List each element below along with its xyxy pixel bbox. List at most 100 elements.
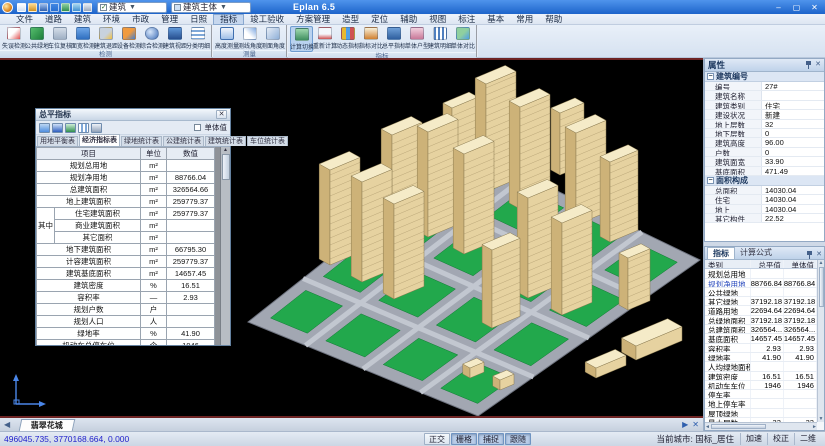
- unit-value-checkbox[interactable]: [194, 124, 201, 131]
- table-row-计容建筑面积[interactable]: 计容建筑面积m²259779.37: [37, 256, 215, 268]
- property-value[interactable]: 27#: [762, 82, 824, 90]
- property-value[interactable]: 14030.04: [762, 205, 824, 213]
- drawing-tab-翡翠花城[interactable]: 翡翠花城: [19, 419, 76, 431]
- toolbar-button-建筑明细[interactable]: 建筑明细: [428, 26, 451, 52]
- toolbar-button-建筑退距[interactable]: 建筑退距: [94, 26, 117, 50]
- table-row-总建筑面积[interactable]: 总建筑面积m²326564.66: [37, 184, 215, 196]
- property-value[interactable]: 新建: [762, 110, 824, 118]
- table-row-住宅建筑面积[interactable]: 其中住宅建筑面积m²259779.37: [37, 208, 215, 220]
- indicator-row-地上停车率[interactable]: 地上停车率: [705, 399, 817, 408]
- property-value[interactable]: 14030.04: [762, 195, 824, 203]
- scrollbar-thumb[interactable]: [222, 154, 230, 180]
- dialog-tab-用地平衡表[interactable]: 用地平衡表: [37, 136, 78, 146]
- menu-item-帮助[interactable]: 帮助: [539, 14, 568, 25]
- table-row-建筑基底面积[interactable]: 建筑基底面积m²14657.45: [37, 268, 215, 280]
- menu-item-常用[interactable]: 常用: [510, 14, 539, 25]
- menu-item-环境[interactable]: 环境: [97, 14, 126, 25]
- property-value[interactable]: 14030.04: [762, 186, 824, 194]
- table-row-其它面积[interactable]: 其它面积m²: [37, 232, 215, 244]
- property-value[interactable]: 22.52: [762, 214, 824, 222]
- table-row-地上建筑面积[interactable]: 地上建筑面积m²259779.37: [37, 196, 215, 208]
- indicator-row-总建筑面积[interactable]: 总建筑面积326564...326564...: [705, 325, 817, 334]
- scroll-right-icon[interactable]: ►: [812, 424, 817, 430]
- property-value[interactable]: 住宅: [762, 101, 824, 109]
- toggle-捕捉[interactable]: 捕捉: [478, 433, 504, 445]
- indicator-row-容积率[interactable]: 容积率2.932.93: [705, 344, 817, 353]
- dialog-title-bar[interactable]: 总平指标 ✕: [36, 109, 230, 121]
- toolbar-button-综合检测[interactable]: 综合检测: [140, 26, 163, 50]
- undo-icon[interactable]: [61, 3, 70, 12]
- dialog-tab-绿地统计表[interactable]: 绿地统计表: [121, 136, 162, 146]
- calc-icon[interactable]: [39, 123, 50, 133]
- pin-icon[interactable]: [806, 61, 811, 69]
- collapse-icon[interactable]: −: [707, 73, 714, 80]
- menu-item-日照[interactable]: 日照: [184, 14, 213, 25]
- grid-icon[interactable]: [78, 123, 89, 133]
- property-value[interactable]: [762, 91, 824, 99]
- indicator-row-规划总用地[interactable]: 规划总用地: [705, 269, 817, 278]
- toolbar-button-车位复核[interactable]: 车位复核: [48, 26, 71, 50]
- close-icon[interactable]: ✕: [815, 61, 821, 69]
- tab-scroll-right-icon[interactable]: ▶: [682, 419, 688, 431]
- tab-close-icon[interactable]: ✕: [692, 419, 699, 431]
- property-value[interactable]: 33.90: [762, 157, 824, 165]
- indicator-row-人均绿地面积[interactable]: 人均绿地面积: [705, 362, 817, 371]
- toggle-正交[interactable]: 正交: [424, 433, 450, 445]
- toolbar-button-重新计算[interactable]: 重新计算: [313, 26, 336, 52]
- close-button[interactable]: ✕: [806, 2, 823, 13]
- collapse-icon[interactable]: −: [707, 177, 714, 184]
- style-combobox[interactable]: 建筑主体 ▼: [171, 2, 251, 13]
- indicator-row-停车率[interactable]: 停车率: [705, 390, 817, 399]
- toggle-跟随[interactable]: 跟随: [505, 433, 531, 445]
- menu-item-文件[interactable]: 文件: [10, 14, 39, 25]
- property-value[interactable]: 0: [762, 148, 824, 156]
- property-value[interactable]: 32: [762, 120, 824, 128]
- tab-scroll-left-icon[interactable]: ◀: [0, 419, 14, 431]
- status-button-二维[interactable]: 二维: [794, 433, 821, 445]
- scrollbar-thumb[interactable]: [819, 267, 824, 307]
- dialog-tab-经济指标表[interactable]: 经济指标表: [79, 134, 120, 146]
- table-row-商业建筑面积[interactable]: 商业建筑面积m²: [37, 220, 215, 232]
- menu-item-指标[interactable]: 指标: [213, 14, 244, 25]
- vertical-scrollbar[interactable]: ▲ ▼: [817, 260, 824, 422]
- layer-combobox[interactable]: ✓ 建筑 ▼: [97, 2, 167, 13]
- excel-export-icon[interactable]: [65, 123, 76, 133]
- property-value[interactable]: 471.49: [762, 167, 824, 175]
- save-all-icon[interactable]: [50, 3, 59, 12]
- dialog-close-button[interactable]: ✕: [216, 110, 227, 119]
- table-row-地下建筑面积[interactable]: 地下建筑面积m²66795.30: [37, 244, 215, 256]
- toggle-栅格[interactable]: 栅格: [451, 433, 477, 445]
- minimize-button[interactable]: –: [770, 2, 787, 13]
- indicator-row-基底面积[interactable]: 基底面积14657.4514657.45: [705, 334, 817, 343]
- table-row-绿地率[interactable]: 绿地率%41.90: [37, 328, 215, 340]
- toolbar-button-计算切换[interactable]: 计算切换: [290, 26, 313, 52]
- menu-item-管理[interactable]: 管理: [155, 14, 184, 25]
- menu-item-造型[interactable]: 造型: [336, 14, 365, 25]
- toolbar-button-高度测量[interactable]: 高度测量: [215, 26, 238, 50]
- scrollbar-thumb[interactable]: [711, 424, 766, 429]
- indicator-tab-计算公式[interactable]: 计算公式: [735, 247, 777, 259]
- dialog-tab-公建统计表[interactable]: 公建统计表: [163, 136, 204, 146]
- toolbar-button-建筑视距[interactable]: 建筑视距: [163, 26, 186, 50]
- indicator-row-公共绿地[interactable]: 公共绿地: [705, 288, 817, 297]
- close-icon[interactable]: ✕: [816, 251, 822, 259]
- scroll-up-icon[interactable]: ▲: [223, 147, 228, 153]
- indicator-row-其它绿地[interactable]: 其它绿地37192.1837192.18: [705, 297, 817, 306]
- indicator-row-总绿地面积[interactable]: 总绿地面积37192.1837192.18: [705, 316, 817, 325]
- scroll-down-icon[interactable]: ▼: [819, 416, 824, 422]
- property-group-面积构成[interactable]: −面积构成: [705, 176, 824, 186]
- menu-item-竣工验收[interactable]: 竣工验收: [244, 14, 290, 25]
- scroll-up-icon[interactable]: ▲: [819, 260, 824, 266]
- menu-item-市政[interactable]: 市政: [126, 14, 155, 25]
- indicator-tab-指标[interactable]: 指标: [707, 247, 735, 259]
- menu-item-方案管理[interactable]: 方案管理: [290, 14, 336, 25]
- dialog-tab-建筑统计表[interactable]: 建筑统计表: [205, 136, 246, 146]
- indicator-row-规划净用地[interactable]: 规划净用地88766.8488766.84: [705, 279, 817, 288]
- table-row-建筑密度[interactable]: 建筑密度%16.51: [37, 280, 215, 292]
- toolbar-button-失误检测[interactable]: 失误检测: [2, 26, 25, 50]
- indicator-row-道路用地[interactable]: 道路用地22694.6422694.64: [705, 306, 817, 315]
- menu-item-辅助[interactable]: 辅助: [394, 14, 423, 25]
- menu-item-道路[interactable]: 道路: [39, 14, 68, 25]
- property-value[interactable]: 96.00: [762, 138, 824, 146]
- toolbar-button-总平指标[interactable]: 总平指标: [382, 26, 405, 52]
